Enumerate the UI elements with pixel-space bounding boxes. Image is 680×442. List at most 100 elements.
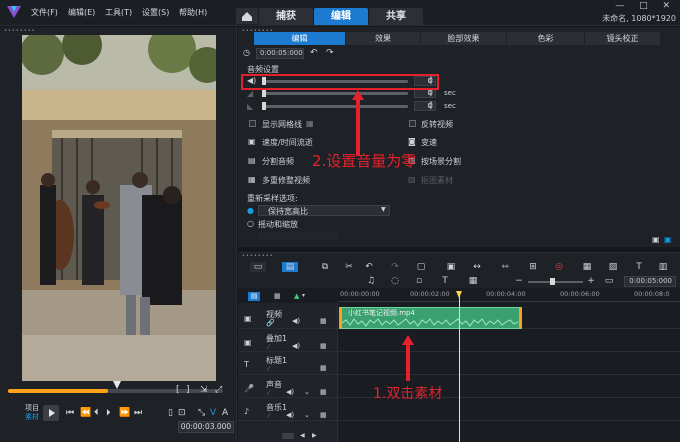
horizontal-scrollbar[interactable] <box>282 433 294 439</box>
ripple-edit-icon[interactable]: ▦ <box>320 411 327 419</box>
split-clip-icon[interactable]: ⇲ <box>200 385 208 395</box>
tab-lens-correction[interactable]: 镜头校正 <box>585 32 661 45</box>
redo-icon[interactable]: ↷ <box>388 262 402 272</box>
lasso-icon[interactable]: ◌ <box>388 276 402 286</box>
spread-icon[interactable]: ↔ <box>470 262 484 272</box>
tools-icon[interactable]: ✂ <box>342 262 356 272</box>
text-track-icon[interactable]: T <box>438 276 452 286</box>
step-forward-icon[interactable]: ⏵ <box>106 408 111 418</box>
variable-speed-button[interactable]: 变速 <box>421 137 437 148</box>
duration-field[interactable]: 0:00:05:000 <box>256 48 304 59</box>
rotate-right-icon[interactable]: ↷ <box>326 48 334 58</box>
go-to-start-icon[interactable]: ⏮ <box>66 408 74 418</box>
project-duration-field[interactable]: 0:00:05:000 <box>624 276 676 287</box>
fit-project-icon[interactable]: ▭ <box>602 276 616 286</box>
ripple-edit-icon[interactable]: ▦ <box>320 388 327 396</box>
add-tracks-icon[interactable]: ⧉ <box>318 262 332 272</box>
ripple-edit-icon[interactable]: ▦ <box>320 342 327 350</box>
clip-mode-label[interactable]: 素材 <box>25 412 39 422</box>
mixer-icon[interactable]: ▨ <box>606 262 620 272</box>
ripple-edit-icon[interactable]: ▦ <box>320 364 327 372</box>
previous-frame-icon[interactable]: ⏪ <box>80 408 91 418</box>
fade-in-slider-knob[interactable] <box>262 89 266 97</box>
multi-trim-video-button[interactable]: 多重修整视频 <box>262 175 310 186</box>
tab-edit[interactable]: 编辑 <box>314 8 368 25</box>
play-button[interactable] <box>43 405 59 421</box>
pan-zoom-radio[interactable]: ○ <box>247 219 254 228</box>
reverse-video-checkbox[interactable] <box>409 120 416 127</box>
mute-icon[interactable]: ◀) <box>286 411 294 419</box>
speed-time-lapse-button[interactable]: 速度/时间流逝 <box>262 137 313 148</box>
link-icon[interactable]: ⁄ <box>268 412 269 420</box>
auto-music-icon[interactable]: ♫ <box>364 276 378 286</box>
pan-zoom-presets[interactable] <box>258 232 338 240</box>
tab-edit-options[interactable]: 编辑 <box>254 32 346 45</box>
preview-scrubber[interactable] <box>8 381 223 393</box>
expand-track-icon[interactable]: ⌄ <box>304 388 310 396</box>
link-icon[interactable]: 🔗 <box>266 319 275 327</box>
preview-timecode[interactable]: 00:00:03.000 <box>178 421 234 433</box>
go-to-end-icon[interactable]: ⏭ <box>134 408 142 418</box>
tab-capture[interactable]: 捕获 <box>259 8 313 25</box>
grid-settings-icon[interactable]: ▦ <box>306 119 314 128</box>
mute-icon[interactable]: ◀) <box>292 342 300 350</box>
menu-tools[interactable]: 工具(T) <box>105 7 132 18</box>
motion-tracking-icon[interactable]: ◎ <box>552 262 566 272</box>
zoom-slider[interactable] <box>528 281 583 283</box>
tab-share[interactable]: 共享 <box>369 8 423 25</box>
ripple-edit-icon[interactable]: ▦ <box>320 317 327 325</box>
mute-icon[interactable]: ◀) <box>286 388 294 396</box>
step-back-icon[interactable]: ⏴ <box>94 408 99 418</box>
undo-icon[interactable]: ↶ <box>362 262 376 272</box>
add-marker-icon[interactable]: ▲ <box>294 292 299 300</box>
menu-file[interactable]: 文件(F) <box>31 7 58 18</box>
split-audio-button[interactable]: 分割音频 <box>262 156 294 167</box>
mark-in-icon[interactable]: [ <box>176 385 180 395</box>
show-all-tracks-icon[interactable]: ▤ <box>248 292 260 301</box>
fade-out-slider[interactable] <box>262 105 408 108</box>
audio-level-icon[interactable]: V <box>210 408 216 418</box>
hd-preview-icon[interactable]: ⊡ <box>178 408 186 418</box>
zoom-in-icon[interactable]: + <box>584 276 598 286</box>
mute-icon[interactable]: ◀) <box>292 317 300 325</box>
panel-grip[interactable]: •••••••• <box>242 253 274 259</box>
resize-icon[interactable]: ⤢ <box>215 385 222 395</box>
show-grid-checkbox[interactable] <box>249 120 256 127</box>
menu-settings[interactable]: 设置(S) <box>142 7 169 18</box>
scroll-left-icon[interactable]: ◀ <box>300 432 305 439</box>
resample-select[interactable]: 保持宽高比 ▼ <box>258 205 390 216</box>
link-icon[interactable]: ⁄ <box>268 365 269 373</box>
track-manager-icon[interactable]: ▦ <box>274 292 281 300</box>
chapter-icon[interactable]: ▦ <box>466 276 480 286</box>
crop-track-icon[interactable]: ⊞ <box>526 262 540 272</box>
tab-effect[interactable]: 效果 <box>346 32 421 45</box>
marker-dropdown-icon[interactable]: ▾ <box>302 292 305 299</box>
zoom-out-icon[interactable]: − <box>512 276 526 286</box>
link-icon[interactable]: ⁄ <box>268 343 269 351</box>
scrubber-handle[interactable] <box>113 381 121 389</box>
record-capture-icon[interactable]: ▢ <box>414 262 428 272</box>
keep-aspect-radio[interactable]: ● <box>247 206 254 215</box>
menu-help[interactable]: 帮助(H) <box>179 7 207 18</box>
home-tab[interactable] <box>236 8 258 24</box>
rotate-left-icon[interactable]: ↶ <box>310 48 318 58</box>
crop-icon[interactable]: ⤡ <box>198 408 205 418</box>
volume-icon[interactable]: ▯ <box>168 408 173 418</box>
menu-edit[interactable]: 编辑(E) <box>68 7 95 18</box>
fit-icon[interactable]: ▣ <box>444 262 458 272</box>
tab-face-effect[interactable]: 脸部效果 <box>421 32 507 45</box>
playhead-line[interactable] <box>459 292 460 442</box>
scroll-right-icon[interactable]: ▶ <box>312 432 317 439</box>
tab-color[interactable]: 色彩 <box>507 32 585 45</box>
expand-panel-icon[interactable]: ▣ <box>664 235 672 244</box>
ripple-icon[interactable]: ▫ <box>412 276 426 286</box>
link-icon[interactable]: ⁄ <box>268 389 269 397</box>
storyboard-view-icon[interactable]: ▭ <box>250 262 266 272</box>
mark-out-icon[interactable]: ] <box>186 385 190 395</box>
text-icon[interactable]: A <box>222 408 228 418</box>
split-by-scene-button[interactable]: 按场景分割 <box>421 156 461 167</box>
timeline-ruler[interactable]: 00:00:00:00 00:00:02:00 00:00:04:00 00:0… <box>338 290 680 302</box>
timeline-view-icon[interactable]: ▤ <box>282 262 298 272</box>
window-controls[interactable]: — □ ✕ <box>615 1 676 11</box>
title-icon[interactable]: T <box>632 262 646 272</box>
